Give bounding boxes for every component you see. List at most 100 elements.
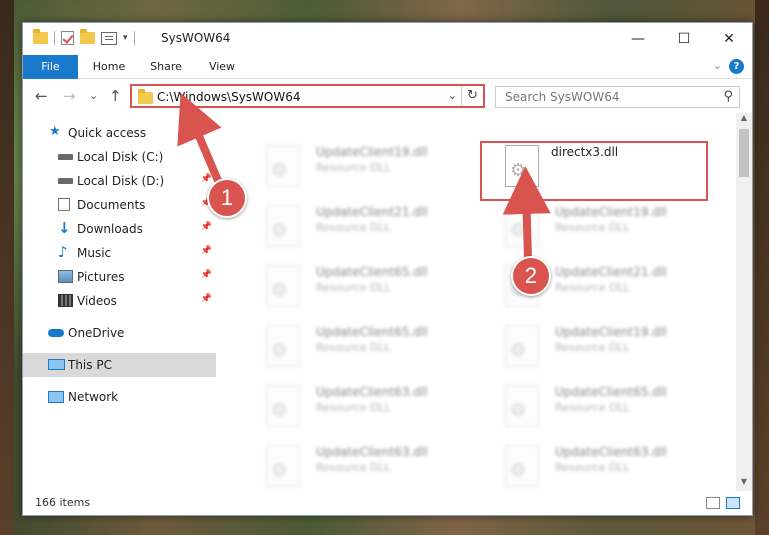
- file-tile[interactable]: UpdateClient65.dll Resource DLL: [241, 321, 466, 377]
- sidebar-item-label: Local Disk (C:): [77, 150, 164, 164]
- sidebar-item-label: Documents: [77, 198, 146, 212]
- new-folder-icon[interactable]: [80, 29, 95, 44]
- video-icon: [58, 294, 73, 307]
- sidebar-item-pictures[interactable]: Pictures 📌: [23, 265, 216, 289]
- back-arrow-icon[interactable]: ←: [35, 87, 48, 105]
- ribbon-expand-chevron-icon[interactable]: ⌄: [713, 59, 722, 72]
- tab-home[interactable]: Home: [83, 55, 135, 79]
- file-type: Resource DLL: [316, 221, 391, 234]
- forward-arrow-icon[interactable]: →: [63, 87, 76, 105]
- sidebar-item-downloads[interactable]: ↓ Downloads 📌: [23, 217, 216, 241]
- sidebar-item-local-disk-d[interactable]: Local Disk (D:) 📌: [23, 169, 216, 193]
- pin-icon[interactable]: 📌: [201, 246, 212, 256]
- music-icon: ♪: [58, 243, 68, 261]
- dll-file-icon: [266, 265, 300, 307]
- sidebar-item-label: Downloads: [77, 222, 143, 236]
- file-name: UpdateClient63.dll: [316, 385, 428, 399]
- file-name: UpdateClient65.dll: [555, 385, 667, 399]
- file-type: Resource DLL: [316, 401, 391, 414]
- sidebar-item-local-disk-c[interactable]: Local Disk (C:): [23, 145, 216, 169]
- address-path[interactable]: C:\Windows\SysWOW64: [157, 90, 301, 104]
- dll-file-icon: [266, 385, 300, 427]
- ribbon-tabs: File Home Share View ⌄ ?: [23, 55, 752, 79]
- file-tile[interactable]: UpdateClient63.dll Resource DLL: [480, 441, 705, 497]
- file-type: Resource DLL: [316, 461, 391, 474]
- pin-icon[interactable]: 📌: [201, 174, 212, 184]
- refresh-icon[interactable]: ↻: [461, 86, 483, 106]
- folder-icon[interactable]: [33, 29, 48, 44]
- file-tile[interactable]: UpdateClient65.dll Resource DLL: [241, 261, 466, 317]
- sidebar-item-network[interactable]: Network: [23, 385, 216, 409]
- sidebar-item-documents[interactable]: Documents 📌: [23, 193, 216, 217]
- sidebar-item-this-pc[interactable]: This PC: [23, 353, 216, 377]
- dll-file-icon: [505, 205, 539, 247]
- file-type: Resource DLL: [555, 461, 630, 474]
- computer-icon: [48, 359, 65, 370]
- file-name: UpdateClient21.dll: [555, 265, 667, 279]
- star-icon: ★: [49, 124, 61, 139]
- file-tile[interactable]: UpdateClient19.dll Resource DLL: [480, 201, 705, 257]
- file-type: Resource DLL: [555, 401, 630, 414]
- dll-file-icon: [266, 205, 300, 247]
- file-name: UpdateClient63.dll: [316, 445, 428, 459]
- file-name: UpdateClient19.dll: [316, 145, 428, 159]
- close-button[interactable]: ✕: [706, 23, 752, 55]
- recent-locations-chevron-icon[interactable]: ⌄: [89, 89, 98, 102]
- divider: [133, 31, 135, 45]
- sidebar-item-quick-access[interactable]: ★ Quick access: [23, 121, 216, 145]
- file-tile[interactable]: UpdateClient65.dll Resource DLL: [480, 381, 705, 437]
- file-explorer-window: ▾ SysWOW64 — ☐ ✕ File Home Share View ⌄ …: [22, 22, 753, 516]
- sidebar-item-onedrive[interactable]: OneDrive: [23, 321, 216, 345]
- dll-file-icon: [505, 445, 539, 487]
- maximize-button[interactable]: ☐: [661, 23, 707, 55]
- folder-icon: [138, 89, 153, 104]
- file-type: Resource DLL: [555, 281, 630, 294]
- sidebar-item-videos[interactable]: Videos 📌: [23, 289, 216, 313]
- dll-file-icon: [505, 385, 539, 427]
- file-tile[interactable]: UpdateClient21.dll Resource DLL: [241, 201, 466, 257]
- picture-icon: [58, 270, 73, 283]
- navigation-bar: ← → ⌄ ↑ C:\Windows\SysWOW64 ⌄ ↻ Search S…: [23, 79, 752, 113]
- step-badge-2: 2: [511, 256, 551, 296]
- document-icon: [58, 198, 70, 211]
- up-arrow-icon[interactable]: ↑: [109, 87, 122, 105]
- file-tile[interactable]: UpdateClient63.dll Resource DLL: [241, 441, 466, 497]
- pin-icon[interactable]: 📌: [201, 270, 212, 280]
- file-name: UpdateClient19.dll: [555, 205, 667, 219]
- search-box[interactable]: Search SysWOW64 ⚲: [495, 86, 740, 108]
- file-name: UpdateClient19.dll: [555, 325, 667, 339]
- address-bar[interactable]: C:\Windows\SysWOW64 ⌄ ↻: [130, 84, 485, 108]
- dll-file-icon: [266, 445, 300, 487]
- file-type: Resource DLL: [555, 341, 630, 354]
- customize-toolbar-chevron-icon[interactable]: ▾: [123, 33, 128, 43]
- search-icon: ⚲: [723, 89, 733, 104]
- minimize-button[interactable]: —: [615, 23, 661, 55]
- cloud-icon: [48, 329, 64, 337]
- file-tile[interactable]: UpdateClient63.dll Resource DLL: [241, 381, 466, 437]
- properties-check-icon[interactable]: [61, 31, 74, 45]
- tab-share[interactable]: Share: [141, 55, 191, 79]
- tab-view[interactable]: View: [198, 55, 246, 79]
- file-name: UpdateClient21.dll: [316, 205, 428, 219]
- sidebar-item-music[interactable]: ♪ Music 📌: [23, 241, 216, 265]
- file-type: Resource DLL: [316, 161, 391, 174]
- tiles-view-icon[interactable]: [726, 497, 740, 509]
- scroll-thumb[interactable]: [739, 129, 749, 177]
- tab-file[interactable]: File: [23, 55, 78, 79]
- pin-icon[interactable]: 📌: [201, 222, 212, 232]
- details-view-icon[interactable]: [706, 497, 720, 509]
- help-icon[interactable]: ?: [729, 59, 744, 74]
- quick-access-toolbar: ▾: [33, 29, 135, 45]
- vertical-scrollbar[interactable]: ▲ ▼: [736, 113, 752, 491]
- status-bar: 166 items: [23, 491, 752, 515]
- scroll-down-icon[interactable]: ▼: [736, 477, 752, 491]
- file-tile[interactable]: UpdateClient19.dll Resource DLL: [241, 141, 466, 197]
- file-tile[interactable]: UpdateClient19.dll Resource DLL: [480, 321, 705, 377]
- download-icon: ↓: [58, 219, 71, 237]
- properties-icon[interactable]: [101, 31, 117, 45]
- pin-icon[interactable]: 📌: [201, 294, 212, 304]
- sidebar-item-label: Pictures: [77, 270, 125, 284]
- scroll-up-icon[interactable]: ▲: [736, 113, 752, 127]
- drive-icon: [58, 178, 73, 184]
- address-dropdown-chevron-icon[interactable]: ⌄: [448, 89, 457, 102]
